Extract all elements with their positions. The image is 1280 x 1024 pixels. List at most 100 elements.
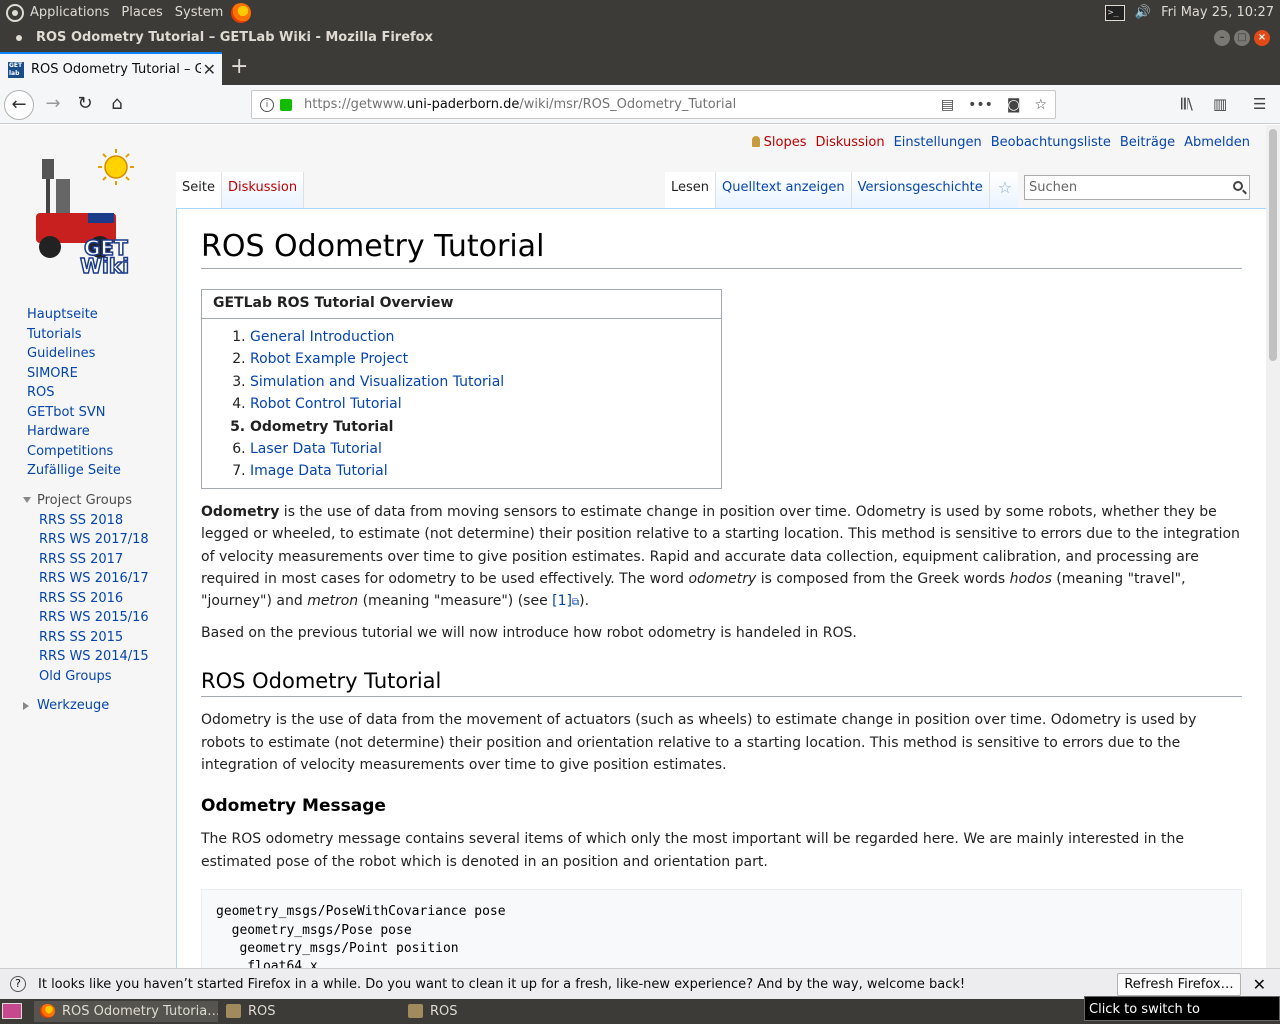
folder-icon <box>226 1004 241 1018</box>
sidebar-item-rrs-ws-2014-15[interactable]: RRS WS 2014/15 <box>39 647 149 667</box>
getlab-favicon-icon: GET lab <box>8 61 24 78</box>
minimize-icon[interactable]: – <box>1214 29 1230 46</box>
logout-link[interactable]: Abmelden <box>1184 135 1250 150</box>
window-menu-icon[interactable] <box>16 34 22 41</box>
show-desktop-icon[interactable] <box>2 1003 22 1019</box>
refresh-firefox-button[interactable]: Refresh Firefox… <box>1117 972 1241 996</box>
page-actions-icon[interactable]: ••• <box>968 97 993 113</box>
taskbar-item-ros-folder-2[interactable]: ROS <box>402 1001 588 1022</box>
sidebar-item-old-groups[interactable]: Old Groups <box>39 667 149 687</box>
new-tab-icon[interactable]: + <box>230 56 248 78</box>
preferences-link[interactable]: Einstellungen <box>894 135 982 150</box>
sidebar-item-random-page[interactable]: Zufällige Seite <box>27 461 149 481</box>
clock[interactable]: Fri May 25, 10:27 <box>1161 5 1274 20</box>
toc-link-laser-data[interactable]: Laser Data Tutorial <box>250 441 382 457</box>
odometry-definition-paragraph: Odometry is the use of data from the mov… <box>201 712 1197 773</box>
toc-link-simulation-visualization[interactable]: Simulation and Visualization Tutorial <box>250 374 504 390</box>
watchlist-link[interactable]: Beobachtungsliste <box>991 135 1111 150</box>
reader-view-icon[interactable]: ▤ <box>941 97 954 113</box>
tab-read[interactable]: Lesen <box>665 172 717 208</box>
pocket-icon[interactable]: ◙ <box>1007 97 1021 113</box>
getwiki-logo[interactable]: GET Wiki <box>28 147 152 277</box>
url-bar[interactable]: i https://getwww.uni-paderborn.de/wiki/m… <box>251 90 1056 119</box>
overview-title: GETLab ROS Tutorial Overview <box>202 290 721 319</box>
bookmark-star-icon[interactable]: ☆ <box>1034 97 1047 113</box>
article-content: ROS Odometry Tutorial GETLab ROS Tutoria… <box>176 208 1266 968</box>
sun-icon <box>98 149 134 185</box>
toc-link-general-introduction[interactable]: General Introduction <box>250 329 394 345</box>
reload-icon[interactable]: ↻ <box>70 90 100 120</box>
url-text[interactable]: https://getwww.uni-paderborn.de/wiki/msr… <box>304 97 736 112</box>
watch-star-icon[interactable]: ☆ <box>989 172 1019 208</box>
sidebar-item-simore[interactable]: SIMORE <box>27 364 149 384</box>
window-titlebar: ROS Odometry Tutorial – GETLab Wiki - Mo… <box>0 25 1280 50</box>
tools-heading[interactable]: Werkzeuge <box>23 696 149 716</box>
back-icon[interactable]: ← <box>4 90 34 120</box>
applications-menu[interactable]: Applications <box>24 0 115 25</box>
reference-link[interactable]: [1] <box>552 593 572 609</box>
search-icon[interactable] <box>1233 181 1243 191</box>
sidebar-item-tutorials[interactable]: Tutorials <box>27 325 149 345</box>
sidebar-item-rrs-ss-2018[interactable]: RRS SS 2018 <box>39 511 149 531</box>
system-menu[interactable]: System <box>169 0 229 25</box>
taskbar-item-ros-folder-1[interactable]: ROS <box>220 1001 400 1022</box>
taskbar-item-firefox[interactable]: ROS Odometry Tutoria… <box>34 1001 218 1022</box>
message-description-paragraph: The ROS odometry message contains severa… <box>201 831 1184 870</box>
browser-tab[interactable]: GETlab ROS Odometry Tutorial – GETLab Wi… <box>0 52 222 85</box>
terminal-icon[interactable]: >_ <box>1104 4 1125 21</box>
page-scrollbar[interactable] <box>1266 125 1280 968</box>
user-talk-link[interactable]: Diskussion <box>815 135 884 150</box>
sidebar-item-rrs-ws-2017-18[interactable]: RRS WS 2017/18 <box>39 530 149 550</box>
sidebar-item-competitions[interactable]: Competitions <box>27 442 149 462</box>
tab-page[interactable]: Seite <box>176 172 222 208</box>
view-tabs: Lesen Quelltext anzeigen Versionsgeschic… <box>665 172 1019 208</box>
close-tab-icon[interactable]: ✕ <box>203 60 216 79</box>
tab-view-source[interactable]: Quelltext anzeigen <box>716 172 852 208</box>
site-info-icon[interactable]: i <box>260 97 274 112</box>
toc-link-robot-control[interactable]: Robot Control Tutorial <box>250 396 402 412</box>
sidebar-toggle-icon[interactable]: ▥ <box>1213 95 1227 113</box>
search-input[interactable]: Suchen <box>1024 175 1250 200</box>
lock-icon[interactable] <box>280 98 292 111</box>
sidebar-item-rrs-ss-2016[interactable]: RRS SS 2016 <box>39 589 149 609</box>
page-title: ROS Odometry Tutorial <box>201 226 1242 269</box>
code-block: geometry_msgs/PoseWithCovariance pose ge… <box>201 889 1242 968</box>
firefox-icon <box>40 1004 55 1018</box>
toc-link-image-data[interactable]: Image Data Tutorial <box>250 463 388 479</box>
user-link[interactable]: Slopes <box>752 135 807 150</box>
project-groups-heading[interactable]: Project Groups <box>23 491 149 511</box>
toc-link-robot-example-project[interactable]: Robot Example Project <box>250 351 408 367</box>
places-menu[interactable]: Places <box>115 0 168 25</box>
maximize-icon[interactable]: □ <box>1234 29 1250 46</box>
sidebar-item-rrs-ss-2015[interactable]: RRS SS 2015 <box>39 628 149 648</box>
sidebar-item-hardware[interactable]: Hardware <box>27 422 149 442</box>
close-window-icon[interactable]: × <box>1254 29 1270 46</box>
namespace-tabs: Seite Diskussion <box>176 172 305 208</box>
tab-discussion[interactable]: Diskussion <box>221 172 305 208</box>
scrollbar-thumb[interactable] <box>1269 129 1277 361</box>
navigation-toolbar: ← → ↻ ⌂ i https://getwww.uni-paderborn.d… <box>0 85 1280 124</box>
library-icon[interactable]: 𝄃𝄃\ <box>1181 95 1193 113</box>
tab-history[interactable]: Versionsgeschichte <box>851 172 990 208</box>
sidebar-item-rrs-ws-2015-16[interactable]: RRS WS 2015/16 <box>39 608 149 628</box>
sidebar-item-getbot-svn[interactable]: GETbot SVN <box>27 403 149 423</box>
sidebar-item-rrs-ws-2016-17[interactable]: RRS WS 2016/17 <box>39 569 149 589</box>
tab-title: ROS Odometry Tutorial – GETLab Wiki <box>31 62 201 77</box>
hamburger-menu-icon[interactable]: ☰ <box>1253 95 1266 113</box>
forward-icon[interactable]: → <box>38 90 68 120</box>
distribution-logo-icon[interactable] <box>6 3 24 22</box>
question-icon: ? <box>10 976 26 992</box>
contributions-link[interactable]: Beiträge <box>1120 135 1175 150</box>
tab-strip: GETlab ROS Odometry Tutorial – GETLab Wi… <box>0 50 1280 85</box>
home-icon[interactable]: ⌂ <box>102 90 132 120</box>
sidebar-item-hauptseite[interactable]: Hauptseite <box>27 305 149 325</box>
refresh-notification-bar: ? It looks like you haven’t started Fire… <box>0 968 1280 999</box>
close-notification-icon[interactable]: ✕ <box>1253 975 1266 994</box>
firefox-launcher-icon[interactable] <box>231 2 252 23</box>
sidebar-item-ros[interactable]: ROS <box>27 383 149 403</box>
sidebar-item-rrs-ss-2017[interactable]: RRS SS 2017 <box>39 550 149 570</box>
subsection-heading: Odometry Message <box>201 796 386 817</box>
sidebar-item-guidelines[interactable]: Guidelines <box>27 344 149 364</box>
volume-icon[interactable]: 🔊 <box>1135 5 1151 20</box>
personal-tools: Slopes Diskussion Einstellungen Beobacht… <box>752 135 1250 150</box>
